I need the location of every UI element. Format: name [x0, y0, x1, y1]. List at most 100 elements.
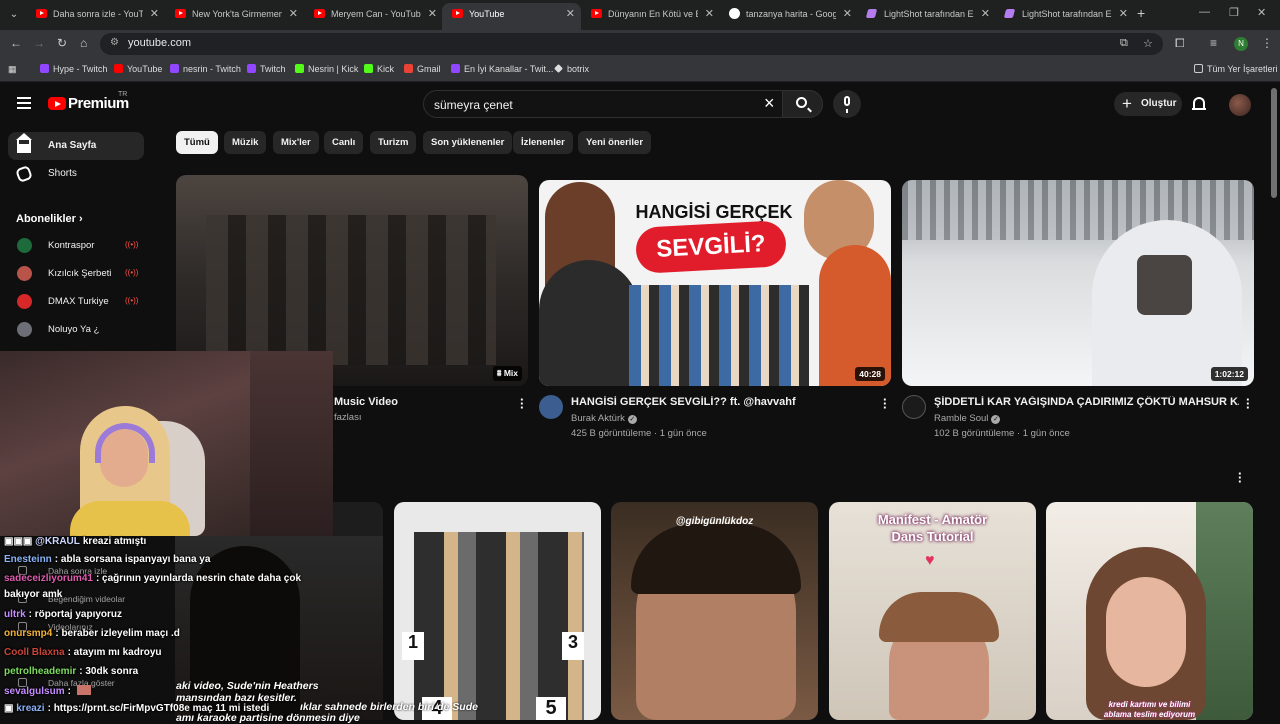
youtube-icon	[114, 64, 123, 73]
create-button[interactable]: + Oluştur	[1114, 92, 1182, 116]
close-tab-icon[interactable]: ✕	[289, 3, 298, 26]
bookmark-item[interactable]: nesrin - Twitch	[170, 64, 241, 74]
browser-menu-icon[interactable]: ⋮	[1261, 36, 1273, 50]
subscription-item[interactable]: DMAX Turkiye ((•))	[8, 290, 148, 314]
chip-live[interactable]: Canlı	[324, 131, 364, 154]
browser-tab[interactable]: Dünyanın En Kötü ve En P ✕	[581, 3, 720, 30]
chip-new-suggestions[interactable]: Yeni öneriler	[578, 131, 652, 154]
close-tab-icon[interactable]: ✕	[843, 3, 852, 26]
mix-badge: ⩩ Mix	[492, 366, 522, 381]
chip-all[interactable]: Tümü	[176, 131, 218, 154]
more-options-icon[interactable]: · · ·	[520, 393, 524, 414]
browser-tab[interactable]: LightShot tarafından Ekran ✕	[995, 3, 1134, 30]
folder-icon	[1194, 64, 1203, 73]
extensions-icon[interactable]: ⧠	[1175, 36, 1185, 51]
back-icon[interactable]: ←	[10, 36, 22, 50]
chat-username: onursmp4	[4, 628, 53, 639]
site-info-icon[interactable]: ⚙	[110, 37, 119, 48]
subscription-item[interactable]: Kızılcık Şerbeti ((•))	[8, 262, 148, 286]
search-input[interactable]: sümeyra çenet ×	[423, 90, 823, 118]
close-tab-icon[interactable]: ✕	[1119, 3, 1128, 26]
reload-icon[interactable]: ↻	[57, 36, 67, 50]
close-tab-icon[interactable]: ✕	[428, 3, 437, 26]
hair-image	[631, 524, 801, 594]
browser-tab[interactable]: LightShot tarafından Ekran ✕	[857, 3, 996, 30]
channel-avatar[interactable]	[902, 395, 926, 419]
forward-icon[interactable]: →	[33, 36, 45, 50]
apps-grid-icon[interactable]: ▦	[8, 64, 17, 75]
channel-avatar[interactable]	[539, 395, 563, 419]
close-tab-icon[interactable]: ✕	[981, 3, 990, 26]
chat-username: sevalgulsum	[4, 686, 65, 697]
short-thumbnail[interactable]: Manifest - Amatör Dans Tutorial ♥	[829, 502, 1036, 720]
browser-tab[interactable]: Meryem Can - YouTube ✕	[304, 3, 443, 30]
voice-search-button[interactable]	[833, 90, 861, 118]
close-tab-icon[interactable]: ✕	[566, 3, 575, 26]
chip-recently-uploaded[interactable]: Son yüklenenler	[423, 131, 513, 154]
more-options-icon[interactable]: · · ·	[883, 393, 887, 414]
subscription-item[interactable]: Kontraspor ((•))	[8, 234, 148, 258]
media-controls-icon[interactable]: ≡	[1210, 36, 1217, 50]
chip-music[interactable]: Müzik	[224, 131, 267, 154]
podium-number: 1	[402, 632, 424, 660]
clear-search-icon[interactable]: ×	[764, 93, 775, 114]
close-tab-icon[interactable]: ✕	[705, 3, 714, 26]
short-thumbnail[interactable]: 1 3 4 5	[394, 502, 601, 720]
short-thumbnail[interactable]: @gibigünlükdoz	[611, 502, 818, 720]
all-bookmarks[interactable]: Tüm Yer İşaretleri	[1194, 64, 1278, 74]
close-tab-icon[interactable]: ✕	[150, 3, 159, 26]
browser-tab[interactable]: Daha sonra izle - YouTube ✕	[26, 3, 165, 30]
chip-mixes[interactable]: Mix'ler	[273, 131, 319, 154]
home-icon[interactable]: ⌂	[80, 36, 87, 50]
subscriptions-header[interactable]: Abonelikler ›	[16, 213, 83, 225]
page-scrollbar[interactable]	[1271, 88, 1277, 198]
video-title[interactable]: HANGİSİ GERÇEK SEVGİLİ?? ft. @havvahf	[571, 396, 871, 408]
video-thumbnail[interactable]: HANGİSİ GERÇEK SEVGİLİ? 40:28	[539, 180, 891, 386]
thumbnail-text: SEVGİLİ?	[634, 220, 788, 274]
shorts-more-options-icon[interactable]: · · ·	[1238, 467, 1242, 488]
channel-name[interactable]: Burak Aktürk ✓	[571, 413, 637, 424]
video-title[interactable]: ŞİDDETLİ KAR YAĞIŞINDA ÇADIRIMIZ ÇÖKTÜ M…	[934, 396, 1239, 408]
tab-search-chevron-icon[interactable]: ⌄	[4, 5, 24, 25]
short-thumbnail[interactable]: kredi kartımı ve bilimi ablama teslim ed…	[1046, 502, 1253, 720]
bookmark-item[interactable]: Kick	[364, 64, 394, 74]
video-title[interactable]: Music Video	[334, 396, 398, 408]
maximize-window-icon[interactable]: ❐	[1229, 6, 1239, 19]
subscription-item[interactable]: Noluyo Ya ¿	[8, 318, 148, 342]
bookmark-item[interactable]: YouTube	[114, 64, 162, 74]
browser-tab-active[interactable]: YouTube ✕	[442, 3, 581, 30]
search-button[interactable]	[782, 90, 823, 118]
more-options-icon[interactable]: · · ·	[1246, 393, 1250, 414]
account-avatar[interactable]	[1229, 94, 1251, 116]
browser-tab[interactable]: tanzanya harita - Google ✕	[719, 3, 858, 30]
hamburger-menu-icon[interactable]	[17, 97, 31, 109]
chat-text: :	[67, 686, 71, 697]
channel-name[interactable]: Ramble Soul ✓	[934, 413, 1001, 424]
profile-avatar[interactable]: N	[1234, 37, 1248, 51]
bookmark-item[interactable]: En İyi Kanallar - Twit...	[451, 64, 553, 74]
address-bar[interactable]: ⚙ youtube.com ⧉ ☆	[100, 33, 1163, 55]
bookmark-item[interactable]: Hype - Twitch	[40, 64, 107, 74]
bookmark-star-icon[interactable]: ☆	[1143, 37, 1153, 50]
browser-tab[interactable]: New York'ta Girmemem Gereken ✕	[165, 3, 304, 30]
notifications-bell-icon[interactable]	[1192, 97, 1206, 110]
chip-watched[interactable]: İzlenenler	[513, 131, 573, 154]
video-thumbnail[interactable]: 1:02:12	[902, 180, 1254, 386]
close-window-icon[interactable]: ✕	[1257, 6, 1266, 19]
install-app-icon[interactable]: ⧉	[1120, 37, 1128, 50]
sidebar-item-shorts[interactable]: Shorts	[8, 160, 144, 188]
bookmark-item[interactable]: Nesrin | Kick	[295, 64, 358, 74]
chip-tourism[interactable]: Turizm	[370, 131, 417, 154]
bookmark-item[interactable]: botrix	[554, 64, 589, 74]
new-tab-button[interactable]: +	[1137, 5, 1145, 21]
sidebar-item-home[interactable]: Ana Sayfa	[8, 132, 144, 160]
twitch-icon	[247, 64, 256, 73]
channel-name: Noluyo Ya ¿	[48, 324, 100, 335]
bookmark-item[interactable]: Gmail	[404, 64, 441, 74]
webcam-overlay	[0, 351, 333, 536]
tab-title: tanzanya harita - Google	[746, 9, 836, 19]
bookmark-item[interactable]: Twitch	[247, 64, 286, 74]
minimize-window-icon[interactable]: —	[1199, 6, 1210, 18]
shorts-icon	[15, 165, 33, 183]
channel-name: Kontraspor	[48, 240, 95, 251]
